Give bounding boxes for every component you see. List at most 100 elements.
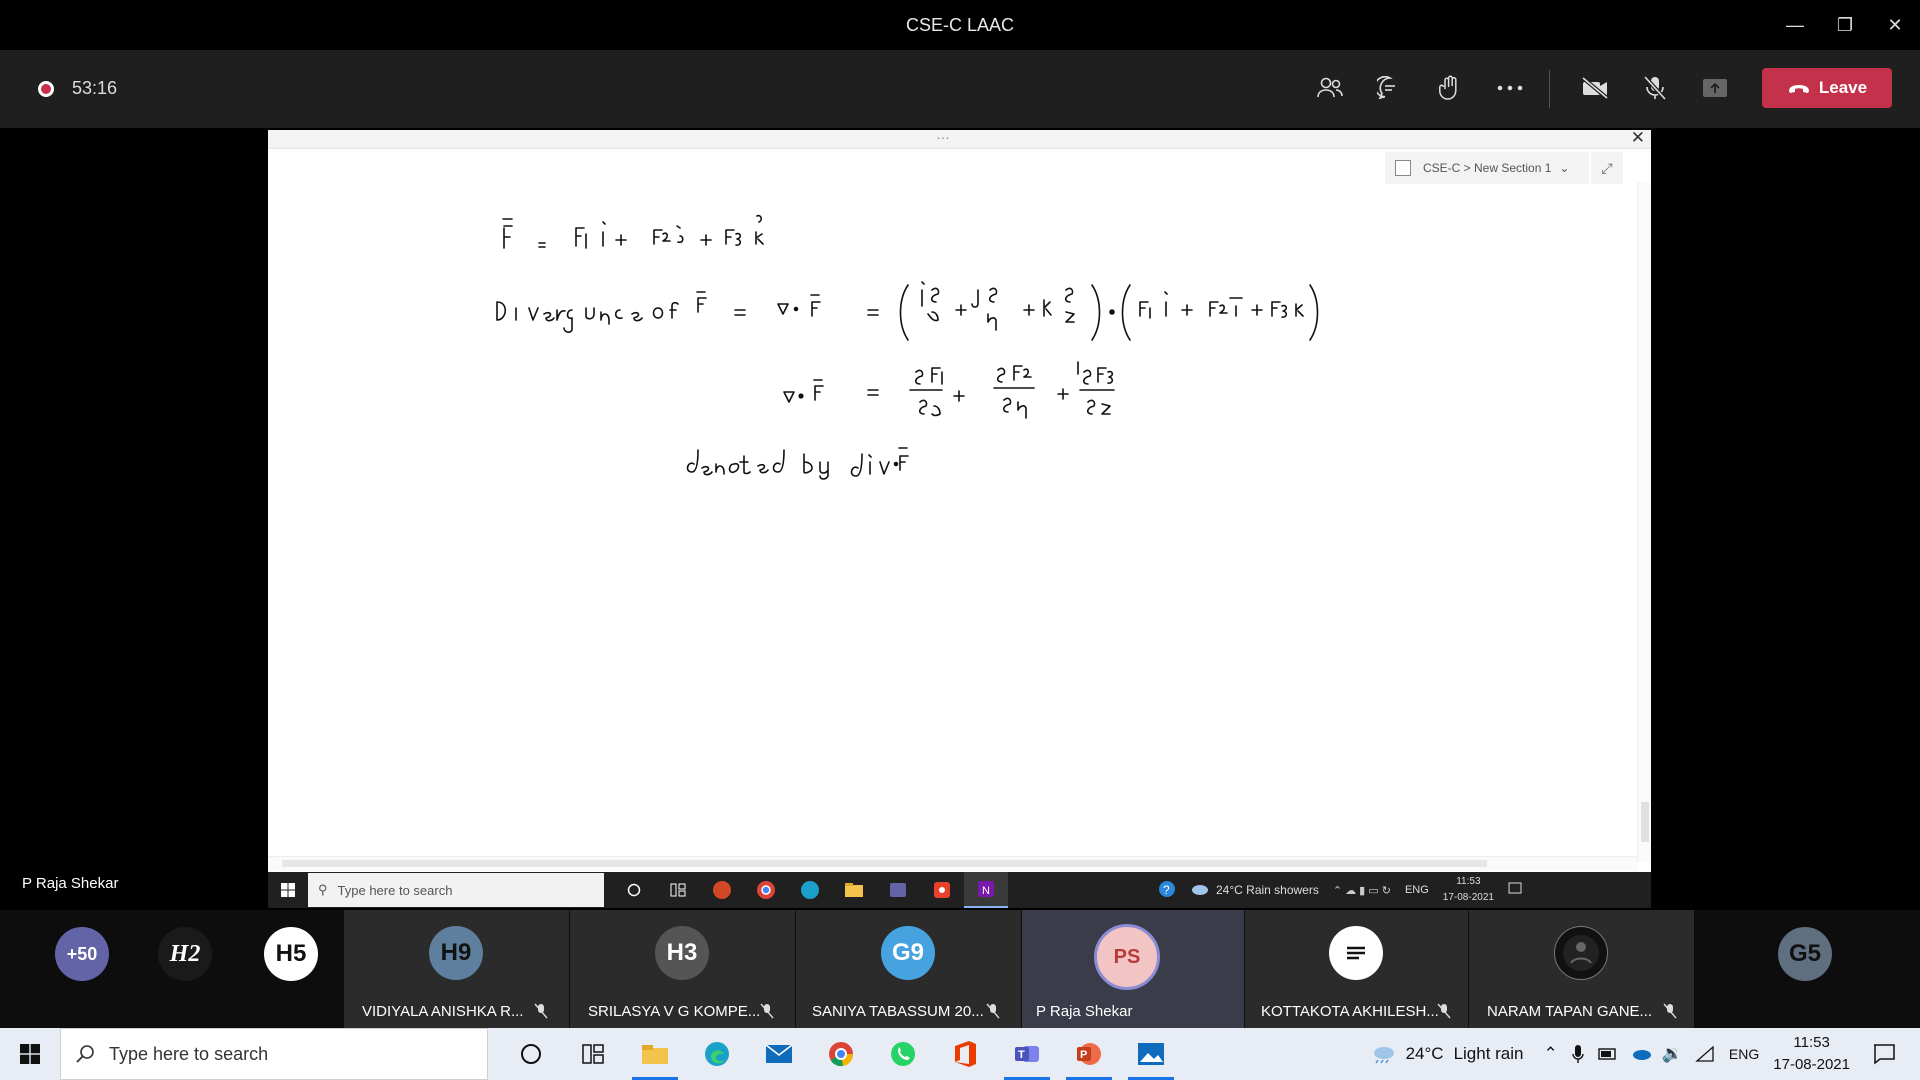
svg-text:P: P bbox=[1080, 1049, 1087, 1061]
close-window-button[interactable]: ✕ bbox=[1870, 0, 1920, 50]
mic-off-icon bbox=[986, 1003, 1000, 1024]
notification-center-icon[interactable] bbox=[1872, 1043, 1896, 1065]
battery-icon[interactable] bbox=[1598, 1047, 1618, 1061]
shared-clock: 11:53 17-08-2021 bbox=[1443, 874, 1494, 906]
participant-tile[interactable]: H5 bbox=[264, 910, 319, 1028]
taskbar-date: 17-08-2021 bbox=[1773, 1056, 1850, 1073]
chrome-icon bbox=[829, 1042, 854, 1067]
leave-button[interactable]: Leave bbox=[1762, 68, 1892, 108]
mic-off-icon bbox=[760, 1003, 774, 1024]
ink-line-1 bbox=[502, 214, 764, 249]
avatar: G9 bbox=[881, 926, 935, 980]
shared-screen: … ✕ CSE-C > New Section 1 ⌄ ⤢ ⚲ Type her… bbox=[268, 130, 1651, 908]
people-icon bbox=[1317, 77, 1343, 98]
powerpoint-icon bbox=[700, 872, 744, 908]
office-button[interactable] bbox=[934, 1028, 996, 1080]
ink-line-4 bbox=[686, 447, 909, 480]
record-icon bbox=[38, 80, 54, 97]
weather-desc[interactable]: Light rain bbox=[1454, 1044, 1524, 1064]
avatar: H3 bbox=[655, 926, 709, 980]
toolbar-divider bbox=[1549, 70, 1550, 108]
mic-off-icon bbox=[1437, 1003, 1451, 1024]
cortana-button[interactable] bbox=[500, 1028, 562, 1080]
raise-hand-button[interactable] bbox=[1420, 70, 1480, 106]
vertical-scroll-thumb[interactable] bbox=[1641, 802, 1649, 842]
task-view-icon bbox=[656, 872, 700, 908]
participant-tile[interactable]: +50 bbox=[55, 910, 110, 1028]
taskbar-time: 11:53 bbox=[1793, 1034, 1830, 1051]
chat-icon bbox=[1377, 76, 1395, 100]
more-options-button[interactable] bbox=[1480, 70, 1540, 106]
shared-start-button bbox=[268, 883, 308, 897]
weather-icon[interactable] bbox=[1370, 1044, 1396, 1064]
notification-icon bbox=[1508, 882, 1522, 899]
participant-tile[interactable]: H2 bbox=[158, 910, 213, 1028]
shared-search-placeholder: Type here to search bbox=[337, 882, 453, 898]
powerpoint-button[interactable]: P bbox=[1058, 1028, 1120, 1080]
participant-tile-active[interactable]: PS P Raja Shekar bbox=[1022, 910, 1244, 1028]
photos-button[interactable] bbox=[1120, 1028, 1182, 1080]
share-screen-button[interactable] bbox=[1685, 70, 1745, 106]
avatar: PS bbox=[1094, 924, 1160, 990]
volume-icon[interactable]: 🔉 bbox=[1662, 1044, 1683, 1064]
file-explorer-button[interactable] bbox=[624, 1028, 686, 1080]
meeting-toolbar: 53:16 Leave bbox=[0, 50, 1920, 128]
whatsapp-button[interactable] bbox=[872, 1028, 934, 1080]
start-button[interactable] bbox=[0, 1044, 60, 1064]
mail-button[interactable] bbox=[748, 1028, 810, 1080]
participant-tile[interactable]: G9 SANIYA TABASSUM 20... bbox=[796, 910, 1021, 1028]
hang-up-icon bbox=[1788, 85, 1809, 93]
participant-tile[interactable]: NARAM TAPAN GANE... bbox=[1469, 910, 1694, 1028]
taskbar-search-box[interactable]: Type here to search bbox=[60, 1028, 488, 1080]
window-title-bar: CSE-C LAAC — ❐ ✕ bbox=[0, 0, 1920, 50]
minimize-button[interactable]: — bbox=[1770, 0, 1820, 50]
microphone-icon[interactable] bbox=[1572, 1044, 1584, 1064]
vertical-scrollbar[interactable] bbox=[1637, 182, 1651, 862]
show-hidden-icons-icon[interactable]: ⌃ bbox=[1544, 1044, 1558, 1064]
mic-off-icon bbox=[534, 1003, 548, 1024]
mic-toggle-button[interactable] bbox=[1625, 70, 1685, 106]
avatar bbox=[1554, 926, 1608, 980]
shared-date: 17-08-2021 bbox=[1442, 892, 1494, 903]
shared-weather-text: 24°C Rain showers bbox=[1216, 883, 1319, 897]
participants-button[interactable] bbox=[1300, 70, 1360, 106]
participant-name: KOTTAKOTA AKHILESH... bbox=[1261, 1003, 1439, 1020]
profile-picture-icon bbox=[1563, 935, 1599, 971]
weather-temp[interactable]: 24°C bbox=[1406, 1044, 1444, 1064]
edge-button[interactable] bbox=[686, 1028, 748, 1080]
chat-button[interactable] bbox=[1360, 70, 1420, 106]
wifi-icon[interactable] bbox=[1695, 1046, 1715, 1062]
teams-button[interactable]: T bbox=[996, 1028, 1058, 1080]
participant-tile[interactable]: KOTTAKOTA AKHILESH... bbox=[1245, 910, 1468, 1028]
more-icon bbox=[1497, 85, 1523, 91]
horizontal-scrollbar[interactable] bbox=[268, 856, 1637, 871]
taskbar-search-placeholder: Type here to search bbox=[109, 1043, 269, 1064]
avatar bbox=[1329, 926, 1383, 980]
participant-tile[interactable]: H3 SRILASYA V G KOMPE... bbox=[570, 910, 795, 1028]
chrome-icon bbox=[744, 872, 788, 908]
mic-off-icon bbox=[1663, 1003, 1677, 1024]
shared-taskbar-apps: N bbox=[612, 872, 1008, 908]
cloud-rain-icon bbox=[1192, 885, 1208, 895]
onedrive-icon[interactable] bbox=[1630, 1047, 1652, 1061]
participant-tile[interactable]: H9 VIDIYALA ANISHKA R... bbox=[344, 910, 569, 1028]
camera-toggle-button[interactable] bbox=[1565, 70, 1625, 106]
participant-name: P Raja Shekar bbox=[1036, 1003, 1133, 1020]
overflow-count-avatar: +50 bbox=[55, 927, 109, 981]
participants-strip: +50 H2 H5 H9 VIDIYALA ANISHKA R... H3 SR… bbox=[0, 910, 1920, 1028]
chrome-button[interactable] bbox=[810, 1028, 872, 1080]
avatar: H9 bbox=[429, 926, 483, 980]
shared-lang: ENG bbox=[1404, 884, 1429, 896]
shared-weather: 24°C Rain showers bbox=[1190, 883, 1319, 897]
svg-text:?: ? bbox=[1163, 883, 1170, 897]
cortana-icon bbox=[612, 872, 656, 908]
help-icon: ? bbox=[1158, 880, 1176, 901]
restore-button[interactable]: ❐ bbox=[1820, 0, 1870, 50]
task-view-button[interactable] bbox=[562, 1028, 624, 1080]
leave-label: Leave bbox=[1818, 78, 1868, 97]
taskbar-clock[interactable]: 11:53 17-08-2021 bbox=[1773, 1032, 1850, 1076]
input-language[interactable]: ENG bbox=[1729, 1046, 1759, 1062]
avatar: G5 bbox=[1778, 927, 1832, 981]
horizontal-scroll-thumb[interactable] bbox=[282, 860, 1487, 867]
participant-tile[interactable]: G5 bbox=[1778, 910, 1833, 1028]
